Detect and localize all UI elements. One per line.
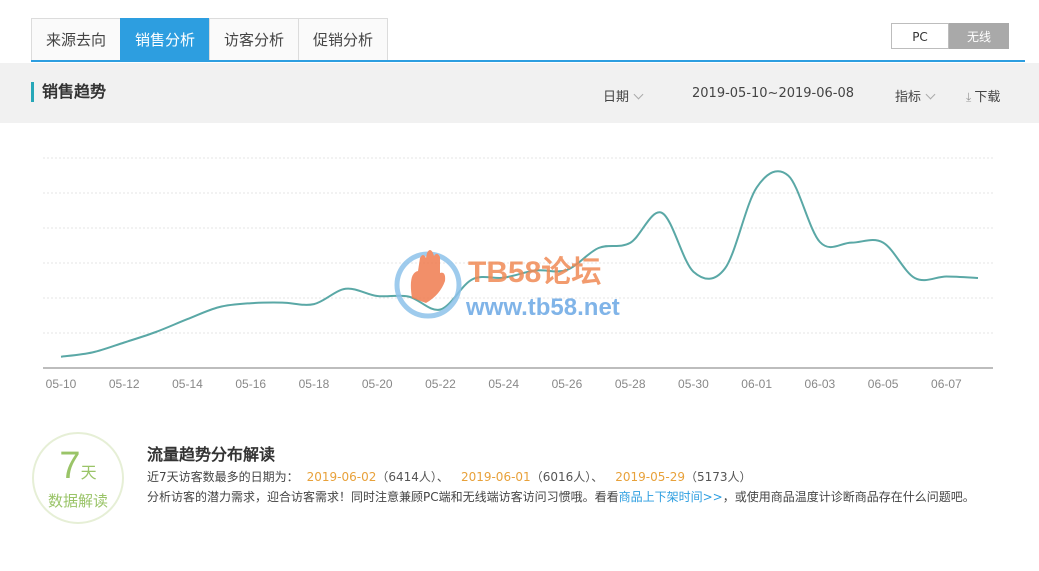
shelf-time-link[interactable]: 商品上下架时间>> <box>619 490 723 504</box>
sales-trend-chart: 05-10 05-12 05-14 05-16 05-18 05-20 05-22 05-24… <box>43 157 993 391</box>
x-tick-label: 05-26 <box>552 377 583 391</box>
chart-toolbar: 销售趋势 日期 2019-05-10~2019-06-08 指标 ⤓ 下载 <box>0 63 1039 123</box>
interpretation-title: 流量趋势分布解读 <box>147 445 276 464</box>
top-days-intro: 近7天访客数最多的日期为： <box>147 470 299 484</box>
x-tick-label: 05-14 <box>172 377 203 391</box>
download-label: 下载 <box>974 90 1001 105</box>
wireless-toggle-button[interactable]: 无线 <box>949 23 1009 49</box>
download-icon: ⤓ <box>966 90 972 104</box>
data-point[interactable] <box>373 292 381 300</box>
data-point[interactable] <box>848 239 856 247</box>
data-point[interactable] <box>879 239 887 247</box>
seven-day-badge: 7天 数据解读 <box>32 432 124 524</box>
x-tick-label: 05-18 <box>299 377 330 391</box>
date-dropdown-label: 日期 <box>603 90 630 105</box>
data-point[interactable] <box>753 184 761 192</box>
advice-text-end: ，或使用商品温度计诊断商品存在什么问题吧。 <box>722 490 975 504</box>
data-point[interactable] <box>626 239 634 247</box>
tab-underline <box>31 60 1025 62</box>
tab-source-destination[interactable]: 来源去向 <box>31 18 121 60</box>
top-day-date: 2019-06-01 <box>460 470 531 484</box>
x-tick-label: 05-22 <box>425 377 456 391</box>
advice-text: 分析访客的潜力需求，迎合访客需求！同时注意兼顾PC端和无线端访客访问习惯哦。看看 <box>147 490 619 504</box>
tab-visitor-analysis[interactable]: 访客分析 <box>209 18 299 60</box>
data-point[interactable] <box>342 285 350 293</box>
badge-unit: 天 <box>80 465 97 482</box>
x-axis-ticks: 05-10 05-12 05-14 05-16 05-18 05-20 05-22 05-24… <box>46 377 962 391</box>
metric-dropdown-label: 指标 <box>895 90 922 105</box>
x-tick-label: 05-10 <box>46 377 77 391</box>
pc-toggle-button[interactable]: PC <box>891 23 949 49</box>
data-point[interactable] <box>816 238 824 246</box>
watermark-cn-text: TB58论坛 <box>468 256 601 289</box>
x-tick-label: 05-12 <box>109 377 140 391</box>
data-point[interactable] <box>215 303 223 311</box>
x-tick-label: 05-28 <box>615 377 646 391</box>
top-day-date: 2019-05-29 <box>615 470 685 484</box>
device-toggle: PC 无线 <box>891 23 1009 49</box>
data-point[interactable] <box>278 299 286 307</box>
date-dropdown[interactable]: 日期 <box>603 86 644 105</box>
x-tick-label: 05-16 <box>235 377 266 391</box>
data-point[interactable] <box>721 264 729 272</box>
x-tick-label: 06-05 <box>868 377 899 391</box>
top-day-count: （5173人） <box>684 470 752 484</box>
top-day-count: （6414人）、 <box>376 470 449 484</box>
data-point[interactable] <box>247 299 255 307</box>
x-tick-label: 06-03 <box>805 377 836 391</box>
badge-number: 7天 <box>34 446 122 494</box>
tab-bar: 来源去向 销售分析 访客分析 促销分析 <box>31 18 389 61</box>
data-point[interactable] <box>57 353 65 361</box>
x-tick-label: 05-20 <box>362 377 393 391</box>
top-day-date: 2019-06-02 <box>306 470 377 484</box>
x-tick-label: 06-01 <box>741 377 772 391</box>
interpretation-advice: 分析访客的潜力需求，迎合访客需求！同时注意兼顾PC端和无线端访客访问习惯哦。看看… <box>147 488 975 505</box>
tab-sales-analysis[interactable]: 销售分析 <box>120 18 210 61</box>
badge-label: 数据解读 <box>47 492 108 510</box>
data-point[interactable] <box>689 268 697 276</box>
x-tick-label: 05-30 <box>678 377 709 391</box>
top-day-count: （6016人）、 <box>530 470 604 484</box>
badge-number-value: 7 <box>59 445 81 487</box>
data-point[interactable] <box>183 315 191 323</box>
data-point[interactable] <box>911 274 919 282</box>
data-point[interactable] <box>942 273 950 281</box>
metric-dropdown[interactable]: 指标 <box>895 86 936 105</box>
interpretation-top-days: 近7天访客数最多的日期为： 2019-06-02（6414人）、 2019-06-0… <box>147 468 756 485</box>
data-point[interactable] <box>595 244 603 252</box>
data-point[interactable] <box>784 172 792 180</box>
data-point[interactable] <box>974 274 982 282</box>
data-point[interactable] <box>89 348 97 356</box>
x-tick-label: 05-24 <box>488 377 519 391</box>
data-point[interactable] <box>658 209 666 217</box>
data-point[interactable] <box>152 328 160 336</box>
watermark: TB58论坛 www.tb58.net <box>394 250 620 321</box>
x-tick-label: 06-07 <box>931 377 962 391</box>
data-point[interactable] <box>310 300 318 308</box>
section-title: 销售趋势 <box>31 82 106 102</box>
chevron-down-icon <box>633 89 644 100</box>
download-button[interactable]: ⤓ 下载 <box>966 86 1000 105</box>
watermark-url-text: www.tb58.net <box>465 294 620 321</box>
date-range-display[interactable]: 2019-05-10~2019-06-08 <box>692 86 854 101</box>
chevron-down-icon <box>925 89 936 100</box>
tab-promotion-analysis[interactable]: 促销分析 <box>298 18 389 60</box>
data-point[interactable] <box>120 339 128 347</box>
